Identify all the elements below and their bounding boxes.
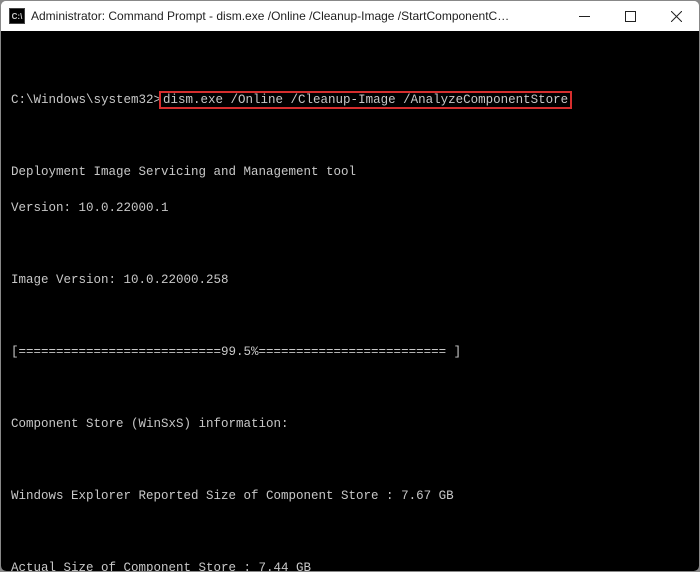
blank-line: [11, 451, 689, 469]
actual-size: Actual Size of Component Store : 7.44 GB: [11, 559, 689, 571]
blank-line: [11, 379, 689, 397]
blank-line: [11, 307, 689, 325]
tool-banner: Deployment Image Servicing and Managemen…: [11, 163, 689, 181]
close-icon: [671, 11, 682, 22]
minimize-button[interactable]: [561, 1, 607, 31]
close-button[interactable]: [653, 1, 699, 31]
blank-line: [11, 55, 689, 73]
window-title: Administrator: Command Prompt - dism.exe…: [31, 9, 511, 23]
maximize-button[interactable]: [607, 1, 653, 31]
blank-line: [11, 235, 689, 253]
command-prompt-icon: C:\: [9, 8, 25, 24]
blank-line: [11, 523, 689, 541]
image-version: Image Version: 10.0.22000.258: [11, 271, 689, 289]
prompt-path: C:\Windows\system32>: [11, 93, 161, 107]
terminal-output[interactable]: C:\Windows\system32>dism.exe /Online /Cl…: [1, 31, 699, 571]
prompt-line: C:\Windows\system32>dism.exe /Online /Cl…: [11, 91, 689, 109]
tool-version: Version: 10.0.22000.1: [11, 199, 689, 217]
reported-size: Windows Explorer Reported Size of Compon…: [11, 487, 689, 505]
info-header: Component Store (WinSxS) information:: [11, 415, 689, 433]
blank-line: [11, 127, 689, 145]
progress-bar: [===========================99.5%=======…: [11, 343, 689, 361]
minimize-icon: [579, 11, 590, 22]
maximize-icon: [625, 11, 636, 22]
command-prompt-window: C:\ Administrator: Command Prompt - dism…: [0, 0, 700, 572]
titlebar[interactable]: C:\ Administrator: Command Prompt - dism…: [1, 1, 699, 31]
command-highlight-1: dism.exe /Online /Cleanup-Image /Analyze…: [161, 93, 570, 107]
